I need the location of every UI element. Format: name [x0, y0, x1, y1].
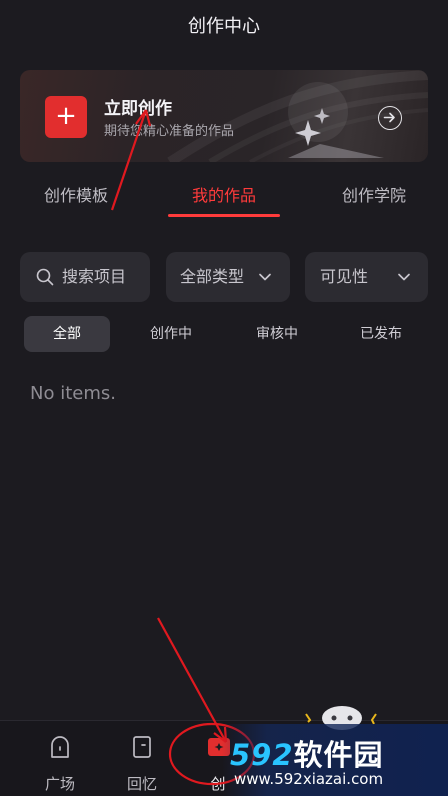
- watermark-url: www.592xiazai.com: [234, 770, 384, 788]
- status-reviewing[interactable]: 审核中: [234, 316, 320, 352]
- visibility-dropdown-label: 可见性: [320, 267, 369, 286]
- visibility-dropdown[interactable]: 可见性: [305, 252, 428, 302]
- status-all[interactable]: 全部: [24, 316, 110, 352]
- filter-bar: 搜索项目 全部类型 可见性: [20, 252, 428, 302]
- page-title: 创作中心: [188, 16, 260, 37]
- nav-item-memory[interactable]: 回忆: [112, 733, 172, 793]
- type-dropdown[interactable]: 全部类型: [166, 252, 290, 302]
- arrow-right-circle-icon[interactable]: [378, 106, 402, 130]
- status-published[interactable]: 已发布: [338, 316, 424, 352]
- watermark-brand-number: 592: [230, 738, 294, 772]
- nav-item-plaza[interactable]: 广场: [30, 733, 90, 793]
- search-placeholder: 搜索项目: [62, 267, 127, 286]
- watermark-brand-text: 软件园: [293, 738, 384, 772]
- create-now-subtitle: 期待您精心准备的作品: [104, 124, 235, 139]
- chevron-down-icon: [398, 273, 410, 281]
- status-filter-row: 全部 创作中 审核中 已发布: [24, 316, 428, 352]
- search-icon: [36, 268, 54, 286]
- tab-my-works[interactable]: 我的作品: [172, 172, 276, 220]
- type-dropdown-label: 全部类型: [180, 267, 245, 286]
- nav-label-plaza: 广场: [44, 775, 75, 793]
- content-tabs: 创作模板 我的作品 创作学院: [0, 172, 448, 222]
- memory-icon: [133, 736, 151, 758]
- tab-academy[interactable]: 创作学院: [322, 172, 426, 220]
- sparkle-decoration-icon: [288, 82, 384, 158]
- create-now-card[interactable]: + 立即创作 期待您精心准备的作品: [20, 70, 428, 162]
- watermark: 592软件园 www.592xiazai.com: [222, 724, 448, 796]
- chevron-down-icon: [259, 273, 271, 281]
- active-tab-indicator: [168, 214, 280, 217]
- plaza-icon: [51, 736, 69, 758]
- tab-templates[interactable]: 创作模板: [24, 172, 128, 220]
- search-input[interactable]: 搜索项目: [20, 252, 150, 302]
- plus-icon: +: [55, 101, 77, 131]
- create-now-title: 立即创作: [104, 99, 172, 119]
- empty-state-text: No items.: [30, 383, 116, 404]
- status-in-progress[interactable]: 创作中: [128, 316, 214, 352]
- nav-label-memory: 回忆: [126, 775, 157, 793]
- watermark-brand: 592软件园: [230, 732, 384, 774]
- create-plus-button[interactable]: +: [45, 96, 87, 138]
